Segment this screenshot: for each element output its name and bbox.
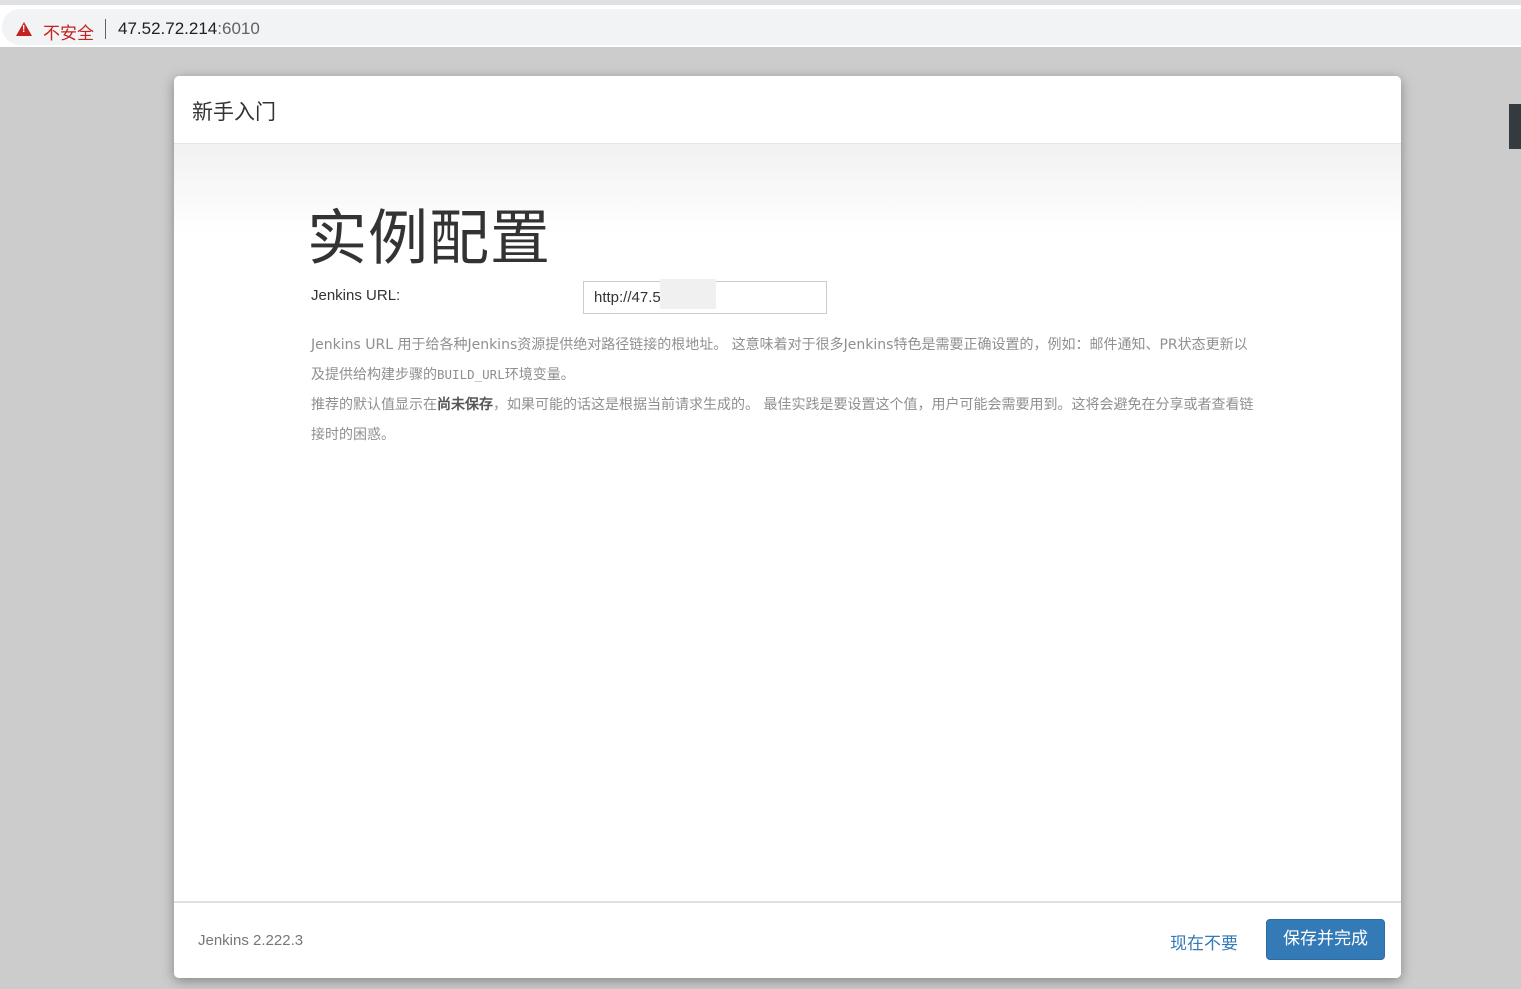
not-saved-emphasis: 尚未保存	[437, 397, 493, 413]
skip-link[interactable]: 现在不要	[1170, 929, 1238, 954]
setup-wizard-dialog: 新手入门 实例配置 Jenkins URL: http://47.5 :6010…	[174, 76, 1401, 978]
url-host: 47.52.72.214	[118, 19, 218, 38]
help-paragraph-2: 推荐的默认值显示在尚未保存，如果可能的话这是根据当前请求生成的。 最佳实践是要设…	[311, 390, 1261, 450]
omnibox[interactable]: 不安全 47.52.72.214:6010	[2, 9, 1521, 45]
warning-icon[interactable]	[16, 22, 32, 36]
help-text-2a: 推荐的默认值显示在	[311, 397, 437, 413]
side-panel-handle[interactable]	[1509, 104, 1521, 149]
url-port: :6010	[217, 19, 260, 38]
save-and-finish-button[interactable]: 保存并完成	[1266, 919, 1385, 960]
dialog-title: 新手入门	[192, 100, 276, 124]
help-text: Jenkins URL 用于给各种Jenkins资源提供绝对路径链接的根地址。 …	[311, 330, 1261, 450]
help-text-1b: 环境变量。	[504, 367, 575, 383]
help-paragraph-1: Jenkins URL 用于给各种Jenkins资源提供绝对路径链接的根地址。 …	[311, 330, 1261, 390]
url-text[interactable]: 47.52.72.214:6010	[118, 19, 260, 39]
page-heading: 实例配置	[307, 204, 551, 274]
jenkins-url-label: Jenkins URL:	[311, 287, 401, 304]
redaction-patch	[660, 279, 716, 309]
build-url-code: BUILD_URL	[437, 367, 505, 382]
security-label[interactable]: 不安全	[43, 19, 94, 44]
dialog-header: 新手入门	[174, 76, 1401, 144]
jenkins-version: Jenkins 2.222.3	[198, 932, 304, 949]
dialog-body: 实例配置 Jenkins URL: http://47.5 :6010/ Jen…	[174, 144, 1401, 901]
dialog-footer: Jenkins 2.222.3 现在不要 保存并完成	[174, 901, 1401, 978]
omnibox-divider	[105, 19, 106, 39]
browser-address-bar: 不安全 47.52.72.214:6010	[0, 5, 1521, 47]
